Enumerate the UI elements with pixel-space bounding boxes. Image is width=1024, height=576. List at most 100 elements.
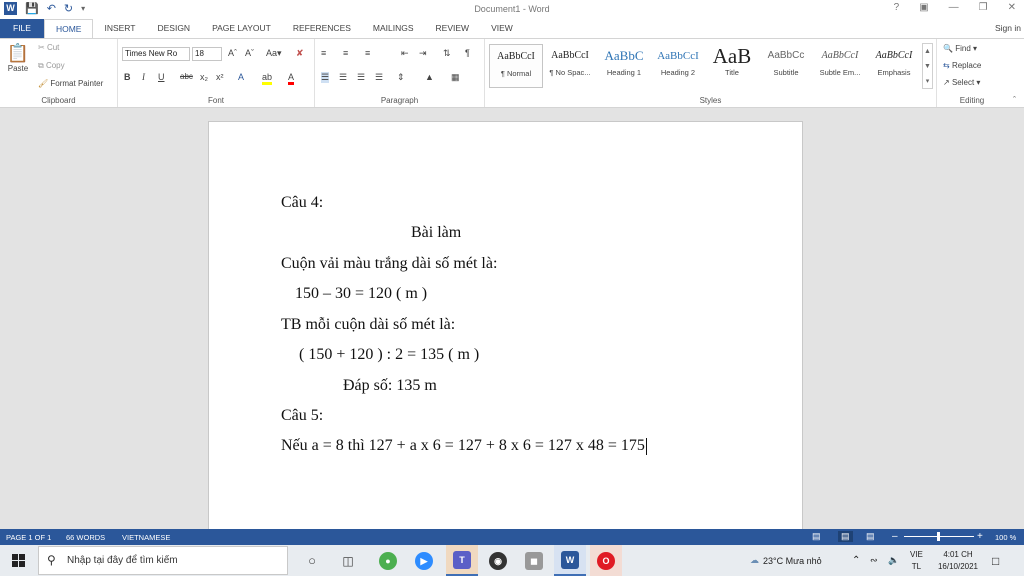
zoom-out-icon[interactable]: – (892, 531, 898, 542)
justify-icon[interactable]: ☰ (375, 72, 383, 83)
zoom-level[interactable]: 100 % (995, 533, 1016, 542)
zoom-slider-thumb[interactable] (937, 532, 940, 541)
highlight-icon[interactable]: ab (262, 72, 273, 85)
search-placeholder: Nhập tại đây để tìm kiếm (67, 555, 178, 566)
paste-button[interactable]: 📋 Paste (5, 43, 31, 73)
word-taskbar-icon[interactable]: W (554, 545, 586, 576)
underline-icon[interactable]: U (158, 72, 165, 82)
tab-design[interactable]: DESIGN (146, 19, 201, 38)
numbering-icon[interactable]: ≡ (343, 48, 348, 58)
language-indicator[interactable]: VIETNAMESE (122, 533, 170, 542)
ribbon-display-options-icon[interactable]: ▣ (919, 2, 928, 13)
page-count[interactable]: PAGE 1 OF 1 (6, 533, 51, 542)
align-right-icon[interactable]: ☰ (357, 72, 365, 83)
style-name: ¶ No Spac... (549, 68, 591, 77)
tab-home[interactable]: HOME (43, 19, 94, 38)
cut-button[interactable]: ✂ Cut (38, 43, 59, 52)
styles-scroll[interactable]: ▲ ▼ ▾ (922, 43, 933, 89)
tab-references[interactable]: REFERENCES (282, 19, 362, 38)
style-subtle-emphasis[interactable]: AaBbCcI Subtle Em... (813, 44, 867, 88)
tab-mailings[interactable]: MAILINGS (362, 19, 425, 38)
style-name: ¶ Normal (500, 69, 532, 78)
clear-formatting-icon[interactable]: ✘ (296, 48, 304, 59)
taskbar-search-box[interactable]: ⚲ Nhập tại đây để tìm kiếm (38, 546, 288, 575)
style-emphasis[interactable]: AaBbCcI Emphasis (867, 44, 921, 88)
font-name-value: Times New Ro (125, 49, 178, 58)
windows-start-icon[interactable] (0, 545, 36, 576)
style-normal[interactable]: AaBbCcI ¶ Normal (489, 44, 543, 88)
tab-file[interactable]: FILE (0, 19, 44, 38)
opera-icon[interactable]: O (590, 545, 622, 576)
tab-insert[interactable]: INSERT (93, 19, 146, 38)
zoom-in-icon[interactable]: + (977, 531, 983, 542)
grow-font-icon[interactable]: Aˆ (228, 48, 237, 58)
font-label: Font (207, 96, 224, 105)
italic-icon[interactable]: I (142, 72, 145, 82)
replace-button[interactable]: ⇆ Replace (943, 61, 981, 70)
copy-button[interactable]: ⧉ Copy (38, 61, 65, 71)
web-layout-icon[interactable]: ▤ (866, 531, 875, 542)
style-subtitle[interactable]: AaBbCc Subtitle (759, 44, 813, 88)
sort-icon[interactable]: ⇅ (443, 48, 451, 59)
strikethrough-icon[interactable]: abc (180, 72, 193, 81)
shading-icon[interactable]: ▲ (425, 72, 434, 82)
tab-review[interactable]: REVIEW (425, 19, 481, 38)
clock[interactable]: 4:01 CH 16/10/2021 (936, 545, 980, 576)
style-heading-2[interactable]: AaBbCcI Heading 2 (651, 44, 705, 88)
find-button[interactable]: 🔍 Find ▾ (943, 44, 977, 53)
app-icon[interactable]: ◼ (520, 545, 548, 576)
increase-indent-icon[interactable]: ⇥ (419, 48, 427, 59)
bold-icon[interactable]: B (124, 72, 131, 82)
restore-icon[interactable]: ❐ (979, 2, 988, 13)
line-spacing-icon[interactable]: ⇕ (397, 72, 405, 83)
cortana-icon[interactable]: ○ (300, 545, 324, 576)
text-effects-icon[interactable]: A (238, 72, 244, 82)
font-name-select[interactable]: Times New Ro (122, 47, 190, 61)
tab-page-layout[interactable]: PAGE LAYOUT (201, 19, 282, 38)
change-case-button[interactable]: Aa▾ (266, 48, 282, 59)
chrome-icon[interactable]: ● (374, 545, 402, 576)
superscript-icon[interactable]: x² (216, 72, 224, 82)
network-icon[interactable]: ∾ (870, 545, 878, 576)
zoom-app-icon[interactable]: ▶ (410, 545, 438, 576)
collapse-ribbon-icon[interactable]: ˆ (1013, 95, 1016, 105)
minimize-icon[interactable]: — (949, 2, 959, 13)
help-icon[interactable]: ? (894, 2, 900, 13)
paste-icon: 📋 (6, 43, 30, 63)
task-view-icon[interactable]: ◫ (336, 545, 360, 576)
notifications-icon[interactable]: □ (992, 545, 999, 576)
tray-overflow-icon[interactable]: ⌃ (852, 545, 860, 576)
borders-icon[interactable]: ▦ (451, 72, 460, 83)
weather-widget[interactable]: ☁ 23°C Mưa nhỏ (750, 545, 822, 576)
font-size-select[interactable]: 18 (192, 47, 222, 61)
clipboard-label: Clipboard (41, 96, 76, 105)
tab-view[interactable]: VIEW (480, 19, 524, 38)
close-icon[interactable]: ✕ (1008, 2, 1016, 13)
decrease-indent-icon[interactable]: ⇤ (401, 48, 409, 59)
select-button[interactable]: ↗ Select ▾ (943, 78, 980, 87)
subscript-icon[interactable]: x₂ (200, 72, 208, 82)
word-count[interactable]: 66 WORDS (66, 533, 105, 542)
document-page[interactable]: Câu 4: Bài làm Cuộn vải màu trắng dài số… (208, 121, 803, 529)
read-mode-icon[interactable]: ▤ (812, 531, 821, 542)
style-title[interactable]: AaB Title (705, 44, 759, 88)
align-left-icon[interactable]: ☰ (321, 72, 330, 83)
teams-icon[interactable]: T (446, 545, 478, 576)
bullets-icon[interactable]: ≡ (321, 48, 326, 58)
style-no-spacing[interactable]: AaBbCcI ¶ No Spac... (543, 44, 597, 88)
print-layout-icon[interactable]: ▤ (838, 531, 853, 542)
volume-icon[interactable]: 🔈 (888, 545, 899, 576)
style-heading-1[interactable]: AaBbC Heading 1 (597, 44, 651, 88)
align-center-icon[interactable]: ☰ (339, 72, 347, 83)
media-app-icon[interactable]: ◉ (484, 545, 512, 576)
input-language[interactable]: VIE TL (910, 545, 923, 576)
sign-in-link[interactable]: Sign in (995, 23, 1021, 33)
clock-time: 4:01 CH (943, 549, 973, 559)
font-color-icon[interactable]: A (288, 72, 295, 85)
zoom-slider[interactable] (904, 532, 974, 541)
format-painter-button[interactable]: 🖌 Format Painter (38, 79, 103, 88)
multilevel-list-icon[interactable]: ≡ (365, 48, 370, 58)
shrink-font-icon[interactable]: Aˇ (245, 48, 254, 58)
style-sample: AaBbCcI (497, 51, 535, 62)
show-formatting-icon[interactable]: ¶ (465, 48, 470, 58)
